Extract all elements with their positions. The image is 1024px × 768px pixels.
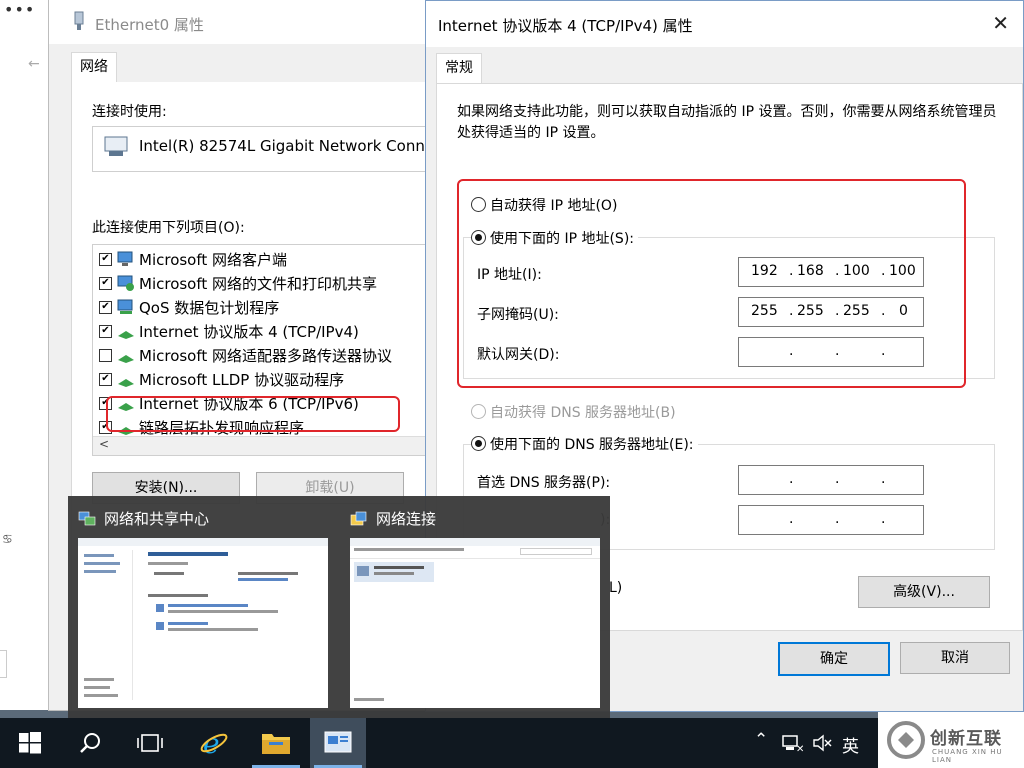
thumbnail-preview [78,538,328,708]
item-checkbox[interactable] [99,349,112,362]
radio-indicator [471,404,486,419]
ipv4-titlebar[interactable]: Internet 协议版本 4 (TCP/IPv4) 属性 ✕ [426,1,1023,47]
share-icon [117,275,134,291]
item-checkbox[interactable]: ✔ [99,373,112,386]
thumbnail-network-sharing-center[interactable]: 网络和共享中心 [68,496,336,718]
taskbar-thumbnail-popup: 网络和共享中心 网络连接 [68,496,610,718]
list-item[interactable]: Microsoft 网络适配器多路传送器协议 [99,343,449,367]
tab-general[interactable]: 常规 [436,53,482,84]
ipv4-description: 如果网络支持此功能，则可以获取自动指派的 IP 设置。否则，你需要从网络系统管理… [457,104,997,141]
list-item[interactable]: ✔ Internet 协议版本 4 (TCP/IPv4) [99,319,449,343]
ok-button[interactable]: 确定 [778,642,890,676]
manual-dns-radio[interactable]: 使用下面的 DNS 服务器地址(E): [471,434,698,454]
preferred-dns-field[interactable]: . . . [738,465,924,495]
watermark-en-text: CHUANG XIN HU LIAN [932,748,1003,764]
network-card-icon [104,136,128,156]
list-item[interactable]: ✔ QoS 数据包计划程序 [99,295,449,319]
tab-network[interactable]: 网络 [71,52,117,83]
network-connections-icon [350,511,367,526]
item-label: Microsoft 网络客户端 [139,251,288,269]
back-arrow-icon: ← [28,56,40,72]
ip-highlight-box [457,179,966,388]
search-button[interactable] [62,718,118,768]
item-label: Microsoft 网络适配器多路传送器协议 [139,347,393,365]
octet-dot: . [789,471,794,487]
thumbnail-title: 网络和共享中心 [104,510,210,528]
ipv4-highlight-box [106,396,400,432]
thumbnail-network-connections[interactable]: 网络连接 [340,496,608,718]
item-label: Microsoft LLDP 协议驱动程序 [139,371,345,389]
item-label: Internet 协议版本 4 (TCP/IPv4) [139,323,359,341]
preferred-dns-label: 首选 DNS 服务器(P): [477,475,611,491]
adapter-field: Intel(R) 82574L Gigabit Network Connec [92,126,454,172]
adapter-name: Intel(R) 82574L Gigabit Network Connec [139,137,443,155]
ethernet-tabstrip: 网络 [71,52,439,83]
qos-icon [117,299,133,314]
item-checkbox[interactable]: ✔ [99,277,112,290]
monitor-icon [117,251,133,266]
validate-on-exit-label: L) [609,580,623,596]
connect-using-label: 连接时使用: [92,104,167,120]
network-taskbar-button[interactable] [310,718,366,768]
file-explorer-taskbar-button[interactable] [248,718,304,768]
list-item[interactable]: ✔ Microsoft 网络的文件和打印机共享 [99,271,449,295]
ipv4-tabstrip: 常规 [436,53,1023,84]
svg-text:✕: ✕ [796,744,804,753]
ie-taskbar-button[interactable]: e [186,718,242,768]
item-label: Microsoft 网络的文件和打印机共享 [139,275,378,293]
ime-indicator[interactable]: 英 [842,732,859,757]
volume-muted-icon[interactable] [812,733,832,753]
network-center-icon [78,511,96,526]
task-view-button[interactable] [122,718,178,768]
taskbar: e ⌃ ✕ 英 [0,718,1024,768]
ethernet-titlebar[interactable]: Ethernet0 属性 [49,0,439,44]
watermark-logo-icon [887,721,925,759]
task-view-icon [137,734,163,752]
manual-dns-label: 使用下面的 DNS 服务器地址(E): [490,437,694,453]
items-label: 此连接使用下列项目(O): [92,220,245,236]
octet-dot: . [835,471,840,487]
advanced-button[interactable]: 高级(V)... [858,576,990,608]
side-box [0,650,7,678]
item-label: QoS 数据包计划程序 [139,299,280,317]
windows-logo-icon [19,732,41,754]
item-checkbox[interactable]: ✔ [99,325,112,338]
more-icon[interactable]: ••• [4,0,35,19]
list-item[interactable]: ✔ Microsoft 网络客户端 [99,247,449,271]
item-checkbox[interactable]: ✔ [99,301,112,314]
ethernet-window-title: Ethernet0 属性 [95,16,204,34]
auto-dns-radio[interactable]: 自动获得 DNS 服务器地址(B) [471,402,676,422]
search-icon [80,733,100,753]
cancel-button[interactable]: 取消 [900,642,1010,674]
scroll-left-icon[interactable]: < [99,437,109,451]
ipv4-window-title: Internet 协议版本 4 (TCP/IPv4) 属性 [438,17,693,35]
side-glyph: ♋ [2,532,13,546]
alternate-dns-field[interactable]: . . . [738,505,924,535]
protocol-icon [118,379,134,387]
close-icon[interactable]: ✕ [992,11,1009,35]
auto-dns-label: 自动获得 DNS 服务器地址(B) [490,405,676,421]
protocol-icon [118,355,134,363]
start-button[interactable] [2,718,58,768]
network-adapter-icon [74,11,84,30]
list-item[interactable]: ✔ Microsoft LLDP 协议驱动程序 [99,367,449,391]
radio-indicator [471,436,486,451]
internet-explorer-icon: e [200,728,228,758]
thumbnail-preview [350,538,600,708]
octet-dot: . [835,511,840,527]
watermark-logo: 创新互联 CHUANG XIN HU LIAN [878,712,1024,768]
watermark-cn-text: 创新互联 [930,729,1002,749]
background-window: ••• ← ♋ [0,0,49,710]
network-control-panel-icon [324,731,352,753]
octet-dot: . [881,511,886,527]
octet-dot: . [881,471,886,487]
show-hidden-icons-chevron[interactable]: ⌃ [754,730,768,750]
network-status-icon[interactable]: ✕ [782,733,804,753]
protocol-icon [118,331,134,339]
folder-icon [262,734,290,754]
thumbnail-title: 网络连接 [376,510,437,528]
horizontal-scrollbar[interactable]: < [93,436,453,455]
octet-dot: . [789,511,794,527]
item-checkbox[interactable]: ✔ [99,253,112,266]
